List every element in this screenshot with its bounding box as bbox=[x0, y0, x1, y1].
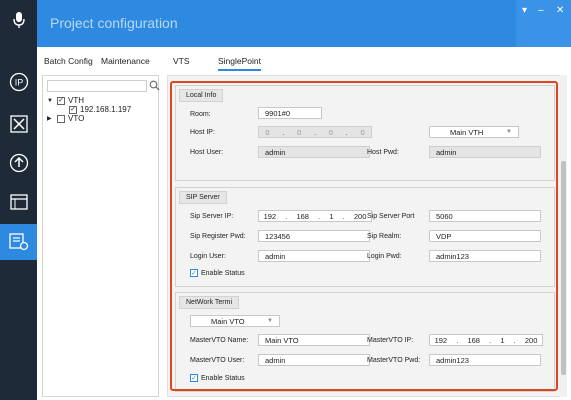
tab-maintenance[interactable]: Maintenance bbox=[101, 56, 150, 66]
sip-server-ip-label: Sip Server IP: bbox=[190, 213, 234, 220]
chevron-down-icon: ▼ bbox=[506, 129, 512, 135]
tab-singlepoint[interactable]: SinglePoint bbox=[218, 56, 262, 71]
checkbox[interactable]: ✓ bbox=[57, 96, 65, 105]
device-select[interactable]: Main VTH ▼ bbox=[429, 126, 519, 138]
master-vto-user-field[interactable]: admin bbox=[258, 354, 370, 366]
tree-node-vth[interactable]: ▼ ✓ VTH bbox=[47, 96, 84, 105]
ip-icon[interactable]: IP bbox=[0, 64, 37, 100]
sip-register-pwd-label: Sip Register Pwd: bbox=[190, 233, 246, 240]
sip-enable-status[interactable]: ✓ Enable Status bbox=[190, 269, 245, 277]
tree-node-device[interactable]: ✓ 192.168.1.197 bbox=[69, 105, 131, 114]
collapse-arrow-icon[interactable]: ▶ bbox=[47, 115, 54, 122]
sip-register-pwd-field[interactable]: 123456 bbox=[258, 230, 370, 242]
tree-node-label: 192.168.1.197 bbox=[80, 105, 132, 114]
host-user-field: admin bbox=[258, 146, 370, 158]
page-title: Project configuration bbox=[50, 15, 178, 31]
master-vto-pwd-field[interactable]: admin123 bbox=[429, 354, 541, 366]
network-enable-status[interactable]: ✓ Enable Status bbox=[190, 374, 245, 382]
svg-text:IP: IP bbox=[14, 78, 23, 88]
master-vto-ip-label: MasterVTO IP: bbox=[367, 337, 414, 344]
enable-status-label: Enable Status bbox=[201, 374, 245, 382]
host-ip-label: Host IP: bbox=[190, 129, 215, 136]
dropdown-menu-icon[interactable]: ▾ bbox=[522, 5, 527, 16]
login-pwd-field[interactable]: admin123 bbox=[429, 250, 541, 262]
sip-realm-label: Sip Realm: bbox=[367, 233, 402, 240]
tab-bar: Batch Config Maintenance VTS SinglePoint bbox=[37, 47, 571, 71]
left-rail: IP bbox=[0, 0, 37, 400]
login-user-label: Login User: bbox=[190, 253, 226, 260]
checkbox[interactable]: ✓ bbox=[69, 105, 77, 114]
host-pwd-label: Host Pwd: bbox=[367, 149, 399, 156]
tab-batch-config[interactable]: Batch Config bbox=[44, 56, 93, 66]
checkbox[interactable]: ✓ bbox=[190, 374, 198, 382]
chevron-down-icon: ▼ bbox=[267, 318, 273, 324]
config-panel: Local Info Room: 9901#0 Host IP: 0. 0. 0… bbox=[167, 75, 567, 397]
device-tree: ▼ ✓ VTH ✓ 192.168.1.197 ▶ VTO bbox=[42, 75, 160, 397]
checkbox[interactable] bbox=[57, 114, 65, 123]
master-vto-user-label: MasterVTO User: bbox=[190, 357, 245, 364]
sip-server-port-field[interactable]: 5060 bbox=[429, 210, 541, 222]
expand-arrow-icon[interactable]: ▼ bbox=[47, 98, 54, 104]
tree-search-input[interactable] bbox=[47, 80, 147, 92]
tree-node-vto[interactable]: ▶ VTO bbox=[47, 114, 84, 123]
tree-node-label: VTO bbox=[68, 114, 85, 123]
vto-select[interactable]: Main VTO ▼ bbox=[190, 315, 280, 327]
master-vto-name-field[interactable]: Main VTO bbox=[258, 334, 370, 346]
config-icon[interactable] bbox=[0, 224, 37, 260]
microphone-icon[interactable] bbox=[0, 2, 37, 38]
section-header: NetWork Termi bbox=[179, 296, 240, 309]
window-icon[interactable] bbox=[0, 184, 37, 220]
master-vto-pwd-label: MasterVTO Pwd: bbox=[367, 357, 421, 364]
master-vto-ip-field[interactable]: 192. 168. 1. 200 bbox=[429, 334, 543, 346]
enable-status-label: Enable Status bbox=[201, 269, 245, 277]
close-icon[interactable]: ✕ bbox=[556, 5, 564, 16]
minimize-icon[interactable]: – bbox=[538, 5, 544, 16]
sip-realm-field[interactable]: VDP bbox=[429, 230, 541, 242]
room-label: Room: bbox=[190, 111, 211, 118]
host-ip-field: 0. 0. 0. 0 bbox=[258, 126, 372, 138]
sip-server-port-label: Sip Server Port bbox=[367, 213, 415, 220]
tree-node-label: VTH bbox=[68, 96, 84, 105]
master-vto-name-label: MasterVTO Name: bbox=[190, 337, 249, 344]
sip-server-ip-field[interactable]: 192. 168. 1. 200 bbox=[258, 210, 372, 222]
sip-server-section: SIP Server Sip Server IP: 192. 168. 1. 2… bbox=[175, 187, 555, 287]
upload-icon[interactable] bbox=[0, 145, 37, 181]
window-controls: ▾ – ✕ bbox=[516, 0, 571, 47]
scroll-thumb[interactable] bbox=[561, 161, 566, 375]
host-pwd-field: admin bbox=[429, 146, 541, 158]
room-field[interactable]: 9901#0 bbox=[258, 107, 322, 119]
login-user-field[interactable]: admin bbox=[258, 250, 370, 262]
host-user-label: Host User: bbox=[190, 149, 224, 156]
login-pwd-label: Login Pwd: bbox=[367, 253, 402, 260]
title-bar: Project configuration ▾ – ✕ bbox=[37, 0, 571, 47]
checkbox[interactable]: ✓ bbox=[190, 269, 198, 277]
network-terminal-section: NetWork Termi Main VTO ▼ MasterVTO Name: … bbox=[175, 292, 555, 392]
section-header: SIP Server bbox=[179, 191, 227, 204]
tab-vts[interactable]: VTS bbox=[173, 56, 190, 66]
scrollbar[interactable] bbox=[560, 75, 567, 397]
tools-icon[interactable] bbox=[0, 106, 37, 142]
section-header: Local Info bbox=[179, 89, 224, 102]
local-info-section: Local Info Room: 9901#0 Host IP: 0. 0. 0… bbox=[175, 85, 555, 181]
search-icon[interactable] bbox=[149, 80, 160, 93]
